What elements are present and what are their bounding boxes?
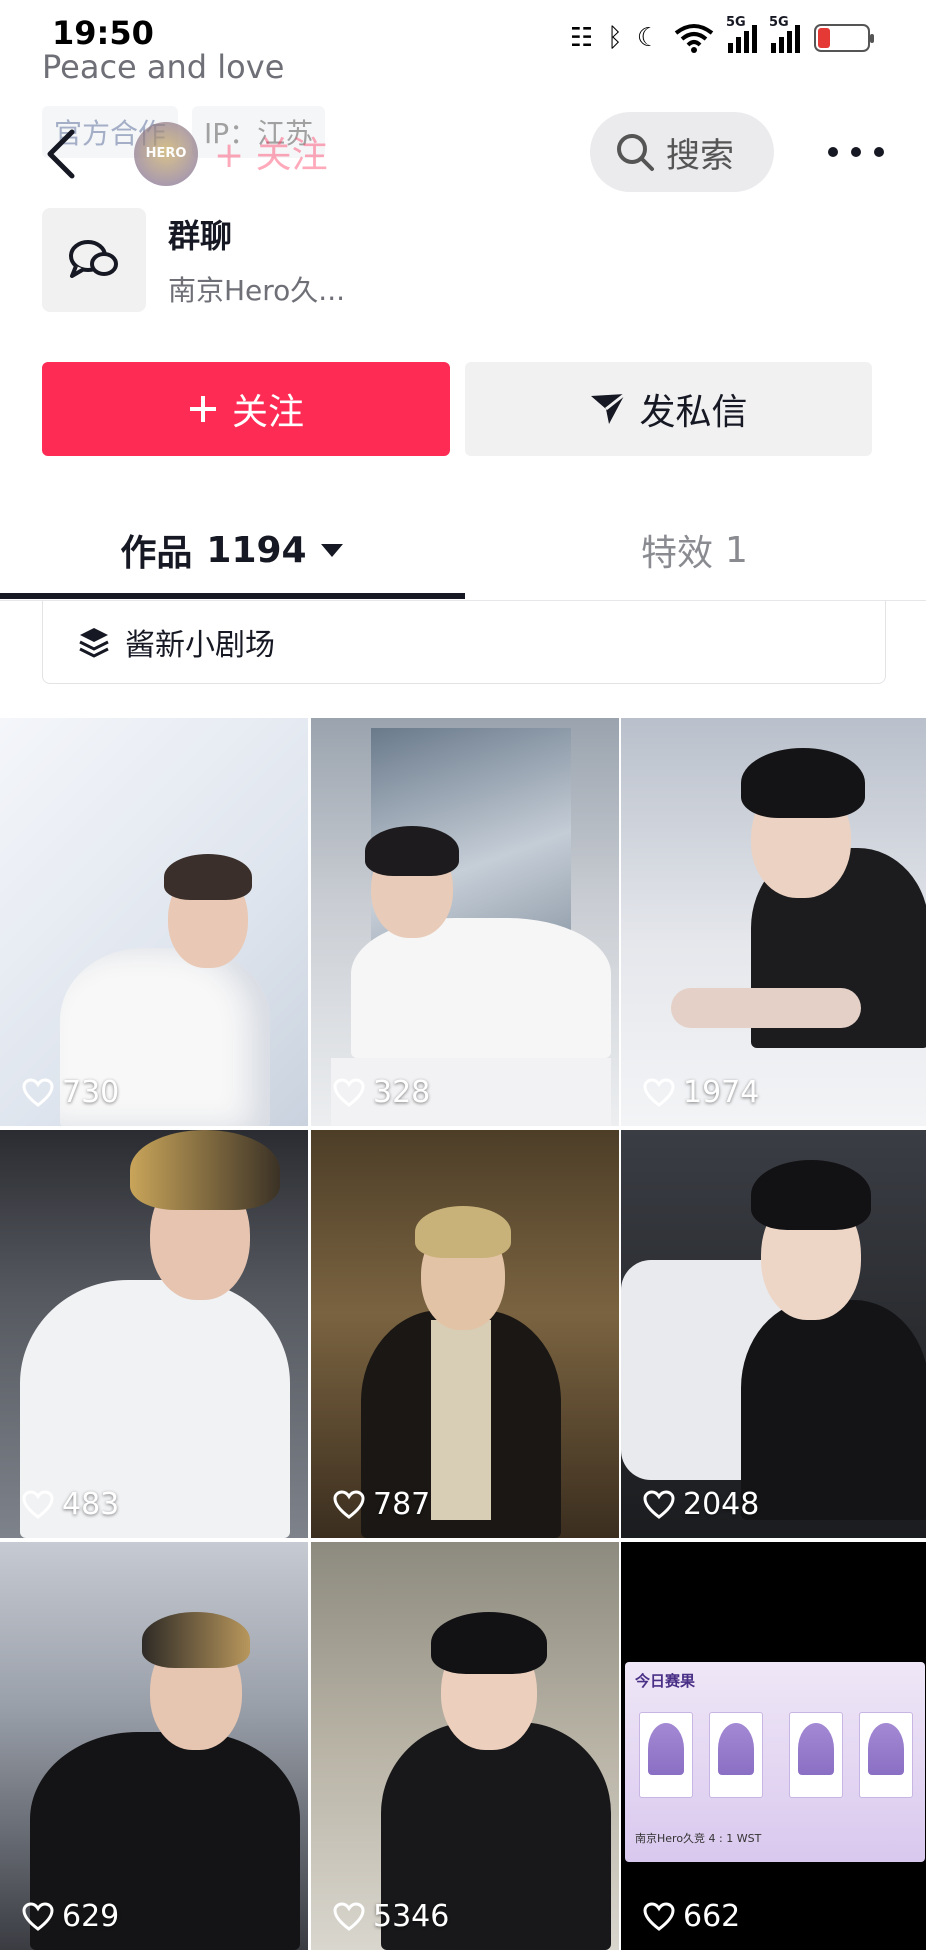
heart-outline-icon: [333, 1077, 365, 1107]
like-count: 1974: [643, 1075, 759, 1110]
tab-effects-label: 特效: [641, 533, 714, 574]
video-thumbnail[interactable]: 483: [0, 1130, 308, 1538]
vibrate-icon: ☷: [569, 23, 594, 53]
search-label: 搜索: [666, 135, 734, 176]
chat-bubbles-icon: [69, 240, 118, 278]
search-button[interactable]: 搜索: [590, 112, 774, 192]
tab-works[interactable]: 作品 1194: [0, 500, 463, 600]
active-tab-indicator: [0, 593, 465, 599]
paper-plane-icon: [591, 392, 627, 424]
wifi-icon: [674, 24, 714, 53]
thumbnail-figure: [671, 738, 926, 1126]
header-follow-button[interactable]: + 关注: [214, 126, 328, 178]
follow-button[interactable]: 关注: [42, 362, 450, 456]
video-thumbnail[interactable]: 328: [311, 718, 619, 1126]
send-message-label: 发私信: [639, 392, 748, 433]
back-chevron-icon: [47, 129, 75, 179]
like-count: 2048: [643, 1487, 759, 1522]
heart-outline-icon: [333, 1901, 365, 1931]
heart-outline-icon: [643, 1901, 675, 1931]
match-result-title: 今日赛果: [635, 1672, 696, 1690]
bluetooth-icon: ᛒ: [607, 23, 623, 53]
follow-label: 关注: [231, 392, 304, 433]
more-dots-icon: [828, 147, 838, 157]
moon-icon: ☾: [636, 23, 660, 53]
match-result-line: 南京Hero久竞 4 : 1 WST: [635, 1832, 762, 1845]
like-count: 5346: [333, 1899, 449, 1934]
group-chat-icon-box: [42, 208, 146, 312]
battery-icon: 20: [814, 24, 874, 52]
like-count: 629: [22, 1899, 119, 1934]
mini-avatar[interactable]: HERO: [134, 122, 198, 186]
thumbnail-figure: [351, 1190, 591, 1538]
heart-outline-icon: [643, 1489, 675, 1519]
group-chat-title: 群聊: [168, 217, 233, 255]
heart-outline-icon: [333, 1489, 365, 1519]
video-thumbnail[interactable]: 629: [0, 1542, 308, 1950]
video-thumbnail[interactable]: 787: [311, 1130, 619, 1538]
profile-bio: Peace and love: [42, 48, 285, 86]
plus-icon: [189, 396, 216, 422]
thumbnail-figure: [10, 1130, 308, 1538]
heart-outline-icon: [22, 1901, 54, 1931]
group-chat-entry[interactable]: 群聊 南京Hero久...: [42, 208, 345, 312]
tab-works-count: 1194: [206, 529, 307, 571]
thumbnail-figure: [701, 1150, 926, 1538]
video-thumbnail[interactable]: 1974: [621, 718, 926, 1126]
video-thumbnail[interactable]: 730: [0, 718, 308, 1126]
playlist-label: 酱新小剧场: [125, 627, 275, 663]
profile-tabs: 作品 1194 特效 1: [0, 500, 926, 601]
playlist-entry[interactable]: 酱新小剧场: [42, 600, 886, 684]
back-button[interactable]: [40, 118, 90, 188]
thumbnail-figure: [371, 1602, 619, 1950]
tab-effects-count: 1: [725, 529, 748, 571]
tab-effects[interactable]: 特效 1: [463, 500, 926, 600]
like-count: 662: [643, 1899, 740, 1934]
battery-level: 20: [829, 27, 855, 48]
heart-outline-icon: [22, 1077, 54, 1107]
match-result-card: 今日赛果 南京Hero久竞 4 : 1 WST: [625, 1662, 925, 1862]
thumbnail-figure: [20, 1582, 308, 1950]
status-icons: ☷ ᛒ ☾ 5G 5G 20: [569, 15, 874, 58]
video-thumbnail[interactable]: 5346: [311, 1542, 619, 1950]
video-thumbnail[interactable]: 2048: [621, 1130, 926, 1538]
layers-icon: [79, 627, 109, 658]
heart-outline-icon: [22, 1489, 54, 1519]
signal-5g-1-icon: 5G: [726, 15, 757, 53]
send-message-button[interactable]: 发私信: [465, 362, 872, 456]
like-count: 730: [22, 1075, 119, 1110]
status-time: 19:50: [52, 14, 154, 52]
caret-down-icon: [320, 543, 343, 557]
more-options-button[interactable]: [828, 130, 884, 174]
search-icon: [617, 134, 654, 171]
signal-5g-2-icon: 5G: [769, 15, 800, 53]
tab-works-label: 作品: [120, 533, 193, 574]
heart-outline-icon: [643, 1077, 675, 1107]
like-count: 328: [333, 1075, 430, 1110]
video-thumbnail[interactable]: 今日赛果 南京Hero久竞 4 : 1 WST 662: [621, 1542, 926, 1950]
like-count: 483: [22, 1487, 119, 1522]
group-chat-subtitle: 南京Hero久...: [168, 274, 346, 307]
like-count: 787: [333, 1487, 430, 1522]
